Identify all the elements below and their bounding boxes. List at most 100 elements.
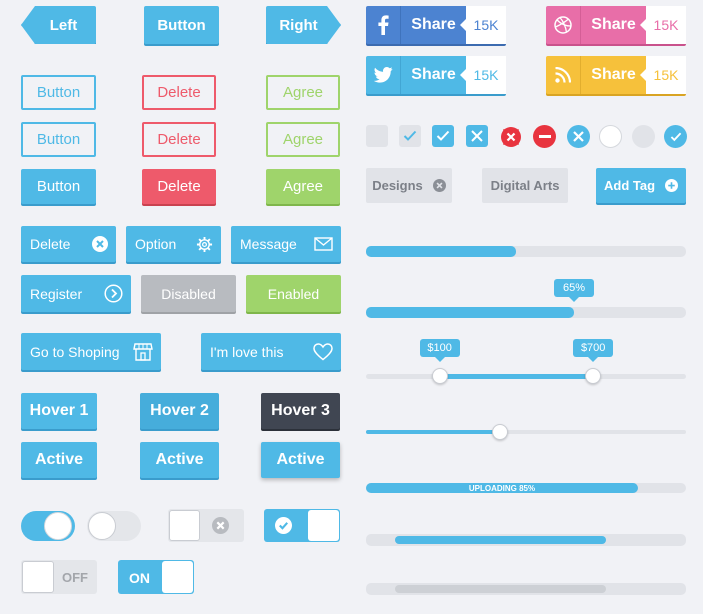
range-max-tooltip: $700: [573, 339, 614, 362]
hover-3-button[interactable]: Hover 3: [261, 393, 340, 429]
twitter-share-button[interactable]: Share 15K: [366, 56, 506, 94]
checkbox-crossed[interactable]: [466, 125, 488, 147]
rss-icon: [546, 56, 581, 94]
solid-delete-label: Delete: [157, 178, 201, 195]
close-circle-icon[interactable]: [432, 179, 446, 192]
check-circle-icon: [275, 517, 292, 534]
outline-button[interactable]: Button: [21, 75, 96, 110]
hover-1-label: Hover 1: [29, 402, 89, 419]
range-max-label: $700: [580, 342, 606, 354]
left-arrow-button[interactable]: Left: [21, 6, 96, 44]
active-1-button[interactable]: Active: [21, 442, 97, 478]
dribbble-share-button[interactable]: Share 15K: [546, 6, 686, 44]
checkbox-light-checked[interactable]: [399, 125, 421, 147]
hover-1-button[interactable]: Hover 1: [21, 393, 97, 429]
facebook-share-button[interactable]: Share 15K: [366, 6, 506, 44]
twitter-icon: [366, 56, 401, 94]
horizontal-scrollbar-gray[interactable]: [366, 583, 686, 595]
tag-digital-arts[interactable]: Digital Arts: [482, 168, 568, 203]
close-circle-icon[interactable]: [567, 125, 590, 148]
center-button[interactable]: Button: [144, 6, 219, 44]
toggle-on-label: ON: [129, 570, 150, 586]
range-max-handle[interactable]: [585, 368, 602, 384]
solid-agree-button[interactable]: Agree: [266, 169, 340, 204]
enabled-button[interactable]: Enabled: [246, 275, 341, 312]
dribbble-icon: [546, 6, 581, 44]
check-icon: [670, 132, 681, 141]
left-arrow-label: Left: [49, 16, 78, 34]
solid-button[interactable]: Button: [21, 169, 96, 204]
solid-button-label: Button: [36, 178, 81, 195]
range-min-tooltip: $100: [419, 339, 460, 362]
range-min-handle[interactable]: [431, 368, 448, 384]
outline-agree-label: Agree: [282, 84, 324, 101]
slider-handle[interactable]: [492, 424, 509, 440]
toggle-on-text[interactable]: ON: [118, 560, 194, 594]
range-slider-track[interactable]: [366, 374, 686, 379]
message-button[interactable]: Message: [231, 226, 341, 262]
add-tag-button[interactable]: Add Tag: [596, 168, 686, 203]
delete-icon-button-label: Delete: [30, 236, 71, 252]
chevron-right-circle-icon: [104, 284, 123, 303]
bordered-button[interactable]: Button: [21, 122, 96, 157]
outline-delete-button[interactable]: Delete: [142, 75, 216, 110]
radio-gray[interactable]: [632, 125, 655, 148]
minus-circle-icon[interactable]: [533, 125, 556, 148]
option-button[interactable]: Option: [126, 226, 221, 262]
outline-agree-button[interactable]: Agree: [266, 75, 340, 110]
toggle-off-round[interactable]: [87, 511, 141, 541]
horizontal-scrollbar[interactable]: [366, 534, 686, 546]
register-button[interactable]: Register: [21, 275, 131, 312]
active-2-button[interactable]: Active: [140, 442, 219, 478]
toggle-x-square[interactable]: [168, 509, 244, 542]
toggle-knob: [308, 510, 339, 541]
slider-track[interactable]: [366, 430, 686, 434]
go-to-shop-button[interactable]: Go to Shoping: [21, 333, 161, 370]
outline-button-label: Button: [36, 84, 81, 101]
active-2-label: Active: [155, 451, 204, 468]
bordered-delete-label: Delete: [157, 131, 201, 148]
love-this-label: I'm love this: [210, 343, 284, 360]
progress-bar-labeled: [366, 307, 686, 318]
radio-checked[interactable]: [664, 125, 687, 148]
range-min-label: $100: [427, 342, 452, 354]
close-circle-icon: [212, 517, 229, 534]
checkbox-empty[interactable]: [366, 125, 388, 147]
rss-share-button[interactable]: Share 15K: [546, 56, 686, 94]
upload-progress-fill: UPLOADING 85%: [366, 483, 638, 493]
remove-badge[interactable]: [499, 125, 523, 149]
toggle-on-round[interactable]: [21, 511, 75, 541]
active-1-label: Active: [34, 451, 84, 468]
delete-icon-button[interactable]: Delete: [21, 226, 116, 262]
bordered-agree-button[interactable]: Agree: [266, 122, 340, 157]
active-3-button[interactable]: Active: [261, 442, 340, 478]
toggle-knob: [169, 510, 200, 541]
bordered-delete-button[interactable]: Delete: [142, 122, 216, 157]
hover-2-label: Hover 2: [150, 402, 209, 419]
checkbox-checked[interactable]: [432, 125, 454, 147]
right-arrow-label: Right: [279, 16, 318, 34]
tag-digital-arts-label: Digital Arts: [490, 178, 560, 193]
go-to-shop-label: Go to Shoping: [30, 343, 120, 360]
solid-delete-button[interactable]: Delete: [142, 169, 216, 204]
scrollbar-thumb[interactable]: [394, 536, 606, 544]
message-button-label: Message: [240, 236, 297, 252]
center-button-label: Button: [157, 16, 206, 34]
share-label: Share: [591, 16, 636, 33]
progress-tooltip: 65%: [554, 279, 594, 302]
radio-empty[interactable]: [599, 125, 622, 148]
hover-3-label: Hover 3: [271, 402, 330, 419]
love-this-button[interactable]: I'm love this: [201, 333, 341, 370]
toggle-check-square[interactable]: [264, 509, 340, 542]
toggle-off-text[interactable]: OFF: [21, 560, 97, 594]
disabled-button-label: Disabled: [161, 285, 216, 302]
hover-2-button[interactable]: Hover 2: [140, 393, 219, 429]
right-arrow-button[interactable]: Right: [266, 6, 341, 44]
register-button-label: Register: [30, 285, 83, 302]
scrollbar-thumb[interactable]: [394, 585, 606, 593]
share-count: 15K: [640, 6, 686, 44]
range-slider-fill: [439, 374, 594, 379]
gear-icon: [196, 236, 213, 252]
tag-designs[interactable]: Designs: [366, 168, 452, 203]
shop-icon: [133, 343, 153, 361]
